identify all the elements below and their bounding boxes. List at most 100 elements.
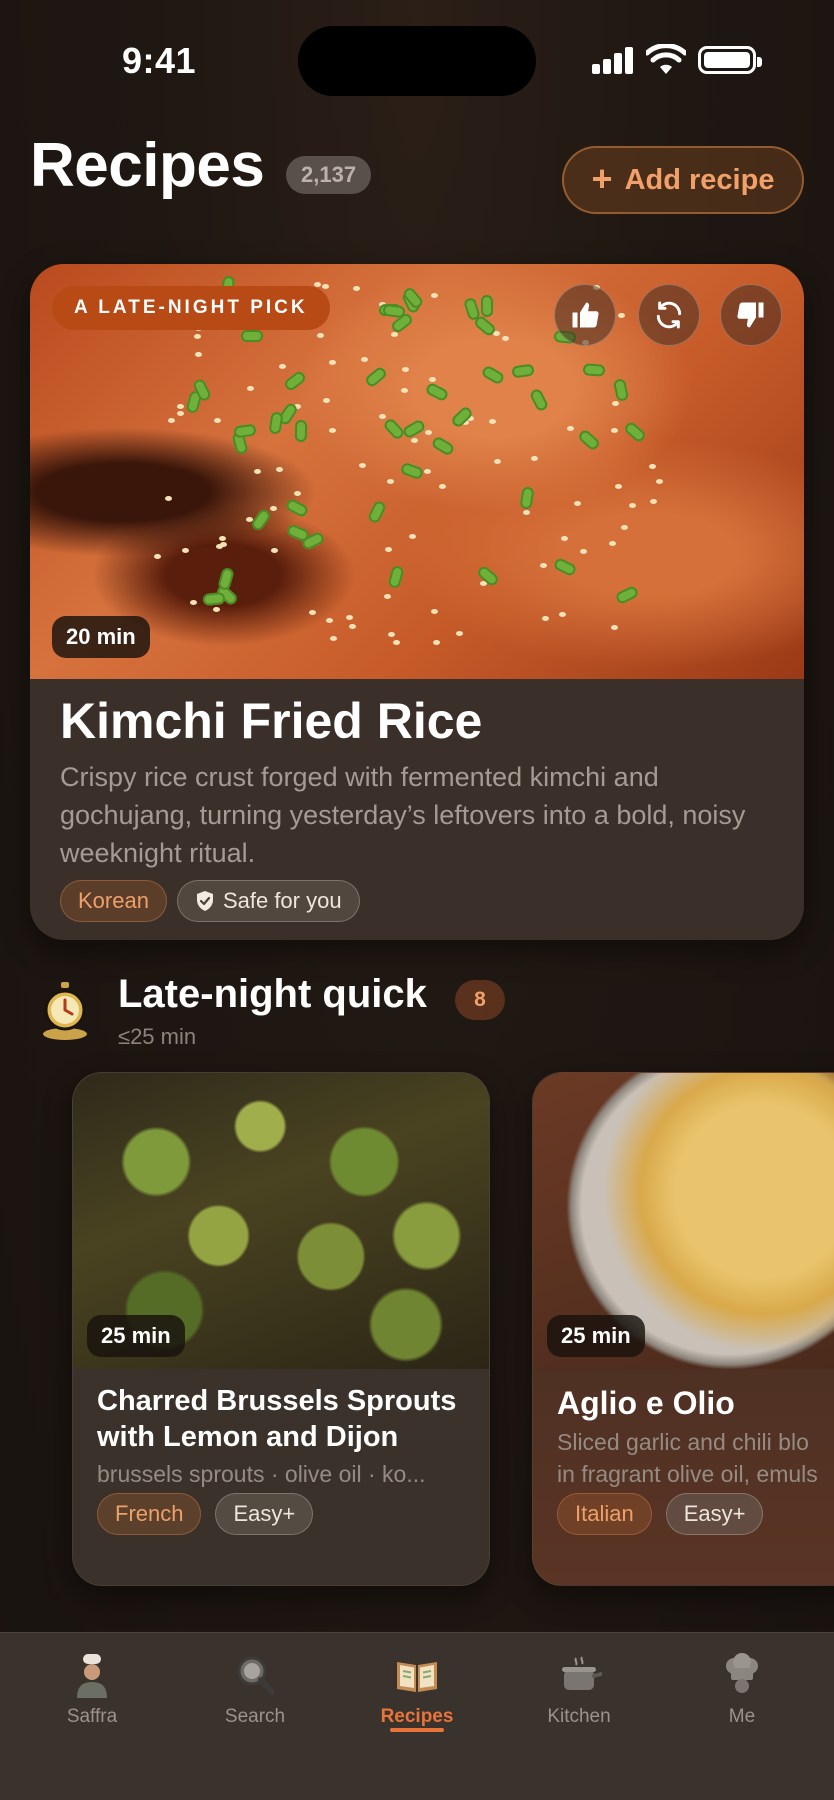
refresh-icon bbox=[656, 301, 682, 329]
sesame-seed bbox=[190, 599, 198, 605]
add-recipe-button[interactable]: + Add recipe bbox=[562, 146, 804, 214]
cuisine-tag[interactable]: Korean bbox=[60, 880, 167, 922]
page-title: Recipes bbox=[30, 131, 265, 200]
featured-recipe-card[interactable]: A LATE-NIGHT PICK 20 min Kimchi Fried Ri… bbox=[30, 264, 804, 940]
sesame-seed bbox=[530, 456, 538, 462]
tab-recipes[interactable]: Recipes bbox=[342, 1652, 492, 1728]
cuisine-tag[interactable]: Italian bbox=[557, 1493, 652, 1535]
sesame-seed bbox=[540, 563, 548, 569]
tab-kitchen[interactable]: Kitchen bbox=[504, 1652, 654, 1728]
tab-me[interactable]: Me bbox=[667, 1652, 817, 1728]
scallion-garnish bbox=[285, 522, 310, 543]
scallion-garnish bbox=[401, 285, 425, 310]
recipe-image: 25 min bbox=[73, 1073, 489, 1369]
sesame-seed bbox=[455, 630, 463, 636]
scallion-garnish bbox=[480, 364, 506, 387]
scallion-garnish bbox=[217, 566, 236, 592]
tab-saffra[interactable]: Saffra bbox=[17, 1652, 167, 1728]
shield-check-icon bbox=[196, 891, 213, 911]
sesame-seed bbox=[567, 426, 575, 432]
scallion-garnish bbox=[511, 363, 535, 379]
tab-search[interactable]: Search bbox=[180, 1652, 330, 1728]
safe-for-you-tag[interactable]: Safe for you bbox=[176, 880, 360, 922]
recipe-time-chip: 25 min bbox=[87, 1315, 185, 1357]
sesame-seed bbox=[610, 427, 618, 433]
featured-time-chip: 20 min bbox=[52, 616, 150, 658]
sesame-seed bbox=[194, 351, 202, 357]
scallion-garnish bbox=[294, 419, 307, 442]
status-time: 9:41 bbox=[122, 40, 197, 81]
active-tab-indicator bbox=[390, 1728, 444, 1732]
sesame-seed bbox=[348, 624, 356, 629]
sesame-seed bbox=[430, 609, 438, 615]
recipe-title: Aglio e Olio bbox=[557, 1385, 735, 1421]
sesame-seed bbox=[424, 469, 432, 475]
scallion-garnish bbox=[399, 461, 425, 481]
dislike-button[interactable] bbox=[720, 284, 782, 346]
like-button[interactable] bbox=[554, 284, 616, 346]
status-bar: 9:41 bbox=[0, 0, 834, 120]
section-title: Late-night quick bbox=[118, 972, 427, 1016]
pot-icon bbox=[562, 1656, 602, 1690]
stopwatch-icon bbox=[43, 982, 87, 1040]
chef-avatar-icon bbox=[77, 1654, 107, 1698]
featured-tags: Korean Safe for you bbox=[60, 880, 360, 922]
sesame-seed bbox=[384, 547, 392, 553]
sesame-seed bbox=[650, 499, 658, 505]
battery-icon bbox=[698, 46, 762, 74]
featured-recipe-title: Kimchi Fried Rice bbox=[60, 693, 483, 749]
difficulty-tag[interactable]: Easy+ bbox=[665, 1493, 764, 1535]
cuisine-tag-label: Korean bbox=[78, 888, 149, 913]
sesame-seed bbox=[328, 428, 336, 434]
sesame-seed bbox=[293, 490, 301, 496]
sesame-seed bbox=[401, 388, 409, 394]
scallion-garnish bbox=[622, 419, 647, 444]
scallion-garnish bbox=[201, 592, 226, 607]
section-subtitle: ≤25 min bbox=[118, 1024, 197, 1049]
safe-for-you-label: Safe for you bbox=[222, 888, 342, 913]
recipe-card[interactable]: 25 min Charred Brussels Sprouts with Lem… bbox=[72, 1072, 490, 1586]
sesame-seed bbox=[352, 285, 360, 291]
scallion-garnish bbox=[387, 564, 405, 589]
difficulty-tag[interactable]: Easy+ bbox=[215, 1493, 314, 1535]
scallion-garnish bbox=[528, 387, 550, 413]
recipe-card[interactable]: 25 min Aglio e Olio Sliced garlic and ch… bbox=[532, 1072, 834, 1586]
scallion-garnish bbox=[249, 507, 272, 533]
recipe-ingredients: brussels sprouts · olive oil · ko... bbox=[97, 1461, 426, 1487]
recipe-description-line: in fragrant olive oil, emuls bbox=[557, 1461, 818, 1487]
shuffle-button[interactable] bbox=[638, 284, 700, 346]
scallion-garnish bbox=[424, 381, 450, 403]
sesame-seed bbox=[214, 418, 222, 424]
sesame-seed bbox=[278, 364, 286, 370]
sesame-seed bbox=[608, 541, 616, 547]
thumbs-down-icon bbox=[737, 302, 764, 328]
sesame-seed bbox=[429, 377, 437, 383]
sesame-seed bbox=[611, 401, 619, 407]
recipes-screen: 9:41 Recipes 2,137 + Add recipe A LATE-N… bbox=[0, 0, 834, 1800]
cuisine-tag[interactable]: French bbox=[97, 1493, 202, 1535]
chef-hat-icon bbox=[726, 1653, 758, 1693]
sesame-seed bbox=[494, 458, 502, 464]
sesame-seed bbox=[316, 332, 324, 338]
sesame-seed bbox=[346, 615, 354, 621]
sesame-seed bbox=[559, 612, 567, 618]
sesame-seed bbox=[388, 631, 396, 637]
tab-label: Saffra bbox=[66, 1706, 118, 1727]
sesame-seed bbox=[579, 548, 587, 554]
sesame-seed bbox=[269, 506, 277, 512]
tab-label: Search bbox=[224, 1706, 286, 1727]
recipe-description-line: Sliced garlic and chili blo bbox=[557, 1429, 809, 1455]
sesame-seed bbox=[330, 635, 338, 641]
sesame-seed bbox=[522, 510, 530, 516]
scallion-garnish bbox=[381, 417, 406, 442]
cellular-signal-icon bbox=[592, 46, 634, 74]
sesame-seed bbox=[246, 386, 254, 392]
sesame-seed bbox=[271, 547, 279, 553]
sesame-seed bbox=[154, 553, 162, 559]
tab-label: Kitchen bbox=[547, 1706, 611, 1727]
sesame-seed bbox=[176, 404, 184, 410]
sesame-seed bbox=[655, 479, 663, 485]
sesame-seed bbox=[392, 640, 400, 646]
sesame-seed bbox=[402, 366, 410, 372]
recipe-title: Charred Brussels Sprouts with Lemon and … bbox=[97, 1383, 456, 1455]
